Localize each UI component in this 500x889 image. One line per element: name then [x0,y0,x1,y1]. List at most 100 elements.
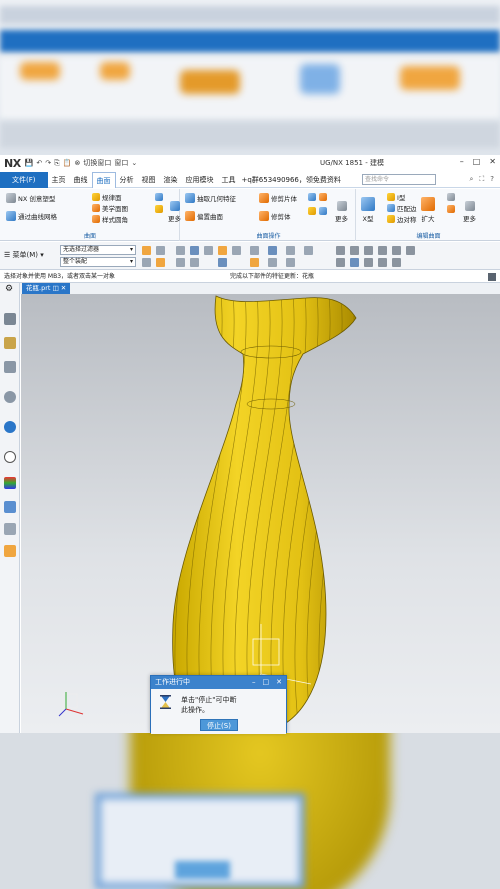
snap-icon[interactable] [156,246,165,255]
minimize-icon[interactable]: – [460,157,464,166]
tab-surface[interactable]: 曲面 [91,171,116,188]
tab-render[interactable]: 渲染 [160,172,182,188]
gear-icon[interactable]: ⚙ [5,284,13,294]
curve-mesh-button[interactable]: 通过曲线网格 [6,211,57,221]
part-navigator-icon[interactable] [4,313,16,325]
reuse-library-icon[interactable] [4,391,16,403]
tab-close-icon[interactable]: ✕ [61,284,66,292]
help-icon[interactable]: ? [490,175,494,184]
snap-icon[interactable] [156,258,165,267]
snap-icon[interactable] [286,258,295,267]
file-menu[interactable]: 文件(F) [0,171,48,188]
ruled-surface-button[interactable]: 规律面 [92,192,122,202]
snap-icon[interactable] [268,258,277,267]
view-icon[interactable] [350,258,359,267]
more-ops-button[interactable]: 更多 [335,201,348,223]
close-icon[interactable]: ✕ [276,676,282,689]
edit-surface-icon[interactable] [447,205,455,213]
view-icon[interactable] [364,246,373,255]
assembly-scope-select[interactable]: 整个装配 [60,257,136,267]
window-label[interactable]: 窗口 [114,158,128,168]
edit-surface-icon[interactable] [447,193,455,201]
offset-surface-button[interactable]: 偏置曲面 [185,211,223,221]
command-search-input[interactable]: 查找命令 [362,174,436,185]
extract-geometry-button[interactable]: 抽取几何特征 [185,193,236,203]
trim-body-button[interactable]: 修剪体 [259,211,291,221]
tab-analysis[interactable]: 分析 [116,172,138,188]
view-icon[interactable] [392,258,401,267]
more-edit-button[interactable]: 更多 [463,201,476,223]
i-form-button[interactable]: I型 [387,192,405,202]
snap-icon[interactable] [204,246,213,255]
snap-icon[interactable] [304,246,313,255]
web-browser-icon[interactable] [4,421,16,433]
roles-icon[interactable] [4,501,16,513]
status-toggle-icon[interactable] [488,273,496,281]
trim-sheet-button[interactable]: 修剪片体 [259,193,297,203]
settings-icon[interactable]: ⊗ [74,158,80,168]
tools-icon[interactable] [4,523,16,535]
aesthetic-face-button[interactable]: 美学面图 [92,203,128,213]
view-icon[interactable] [336,246,345,255]
chevron-down-icon[interactable]: ⌄ [131,158,137,168]
edge-symmetry-button[interactable]: 边对称 [387,214,417,224]
snap-icon[interactable] [286,246,295,255]
snap-icon[interactable] [190,258,199,267]
constraint-navigator-icon[interactable] [4,361,16,373]
select-icon[interactable] [142,246,151,255]
x-form-button[interactable]: X型 [361,197,375,223]
snap-icon[interactable] [142,258,151,267]
view-icon[interactable] [392,246,401,255]
snap-icon[interactable] [250,258,259,267]
creative-modeling-button[interactable]: NX 创意塑型 [6,193,55,203]
history-icon[interactable] [4,451,16,463]
maximize-icon[interactable]: □ [263,676,270,689]
surface-op-icon[interactable] [319,207,327,215]
tab-tools[interactable]: 工具 [218,172,240,188]
paste-icon[interactable]: 📋 [63,158,72,168]
tab-view[interactable]: 视图 [138,172,160,188]
snap-icon[interactable] [232,246,241,255]
more-surface-button[interactable]: 更多 [168,201,181,223]
view-icon[interactable] [406,246,415,255]
surface-tool-icon[interactable] [155,193,163,201]
snap-icon[interactable] [218,246,227,255]
maximize-icon[interactable]: □ [473,157,481,166]
view-icon[interactable] [336,258,345,267]
stop-button[interactable]: 停止(S) [200,719,238,731]
tab-applications[interactable]: 应用模块 [182,172,218,188]
view-icon[interactable] [378,258,387,267]
tab-menu-icon[interactable]: ◫ [53,284,59,292]
minimize-icon[interactable]: – [252,676,256,689]
snap-icon[interactable] [250,246,259,255]
switch-window-label[interactable]: 切换窗口 [83,158,111,168]
fullscreen-icon[interactable]: ⛶ [479,175,484,184]
surface-op-icon[interactable] [319,193,327,201]
view-icon[interactable] [378,246,387,255]
snap-icon[interactable] [218,258,227,267]
snap-icon[interactable] [268,246,277,255]
close-icon[interactable]: ✕ [489,157,496,166]
tab-home[interactable]: 主页 [48,172,70,188]
surface-op-icon[interactable] [308,207,316,215]
document-tab[interactable]: 花瓶.prt ◫ ✕ [22,283,71,294]
redo-icon[interactable]: ↷ [45,158,51,168]
enlarge-button[interactable]: 扩大 [421,197,435,223]
copy-icon[interactable]: ⎘ [54,158,60,168]
view-icon[interactable] [350,246,359,255]
snap-icon[interactable] [176,246,185,255]
palette-icon[interactable] [4,477,16,489]
tab-curve[interactable]: 曲线 [70,172,92,188]
snap-icon[interactable] [190,246,199,255]
search-icon[interactable]: ⌕ [469,175,473,184]
assembly-navigator-icon[interactable] [4,337,16,349]
style-fillet-button[interactable]: 样式圆角 [92,214,128,224]
snap-icon[interactable] [176,258,185,267]
selection-filter-select[interactable]: 无选择过滤器 [60,245,136,255]
save-icon[interactable]: 💾 [25,158,34,168]
system-materials-icon[interactable] [4,545,16,557]
graphics-viewport[interactable] [21,294,500,733]
match-edge-button[interactable]: 匹配边 [387,203,417,213]
undo-icon[interactable]: ↶ [36,158,42,168]
menu-button[interactable]: ☰ 菜单(M) ▾ [4,250,44,260]
